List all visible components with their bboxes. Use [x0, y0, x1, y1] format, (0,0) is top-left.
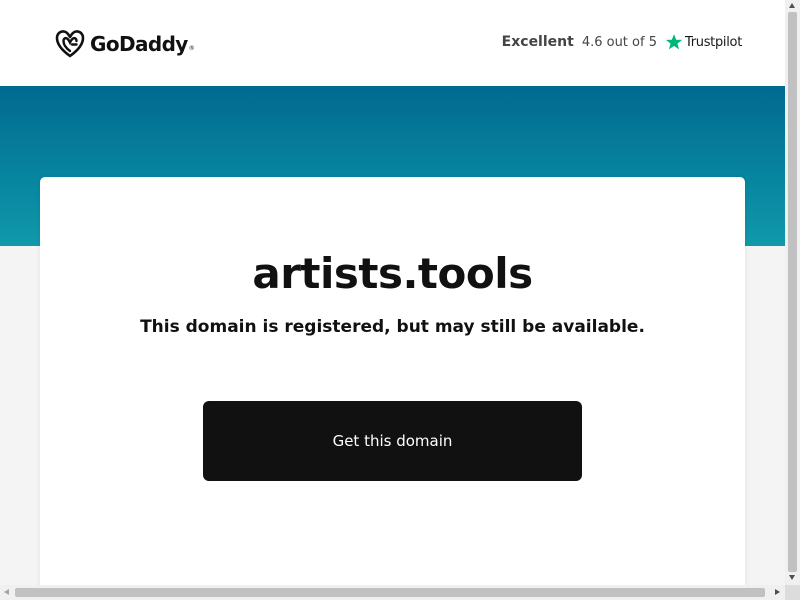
domain-card: artists.tools This domain is registered,…: [40, 177, 745, 585]
scroll-right-arrow-icon[interactable]: [775, 589, 780, 595]
scroll-down-arrow-icon[interactable]: [789, 575, 795, 580]
page-viewport: GoDaddy ® Excellent 4.6 out of 5 Trustpi…: [0, 0, 785, 585]
trustpilot-score: 4.6 out of 5: [581, 34, 657, 50]
scroll-left-arrow-icon[interactable]: [4, 589, 9, 595]
trustpilot-brand: Trustpilot: [684, 34, 742, 50]
vertical-scroll-thumb[interactable]: [788, 12, 797, 572]
godaddy-logo[interactable]: GoDaddy ®: [54, 28, 195, 60]
trademark-mark: ®: [188, 45, 195, 52]
scrollbar-corner: [785, 585, 800, 600]
trustpilot-widget[interactable]: Excellent 4.6 out of 5 Trustpilot: [501, 30, 743, 54]
availability-message: This domain is registered, but may still…: [140, 317, 645, 337]
trustpilot-rating-label: Excellent: [501, 34, 574, 50]
site-header: GoDaddy ® Excellent 4.6 out of 5 Trustpi…: [0, 0, 785, 86]
get-domain-button[interactable]: Get this domain: [203, 401, 582, 481]
scroll-up-arrow-icon[interactable]: [789, 3, 795, 8]
godaddy-logo-icon: [55, 30, 85, 58]
horizontal-scroll-thumb[interactable]: [15, 588, 765, 597]
vertical-scrollbar[interactable]: [785, 0, 800, 585]
domain-name: artists.tools: [252, 249, 533, 298]
logo-text: GoDaddy: [90, 32, 188, 56]
horizontal-scrollbar[interactable]: [0, 585, 785, 600]
star-icon: [665, 34, 683, 50]
